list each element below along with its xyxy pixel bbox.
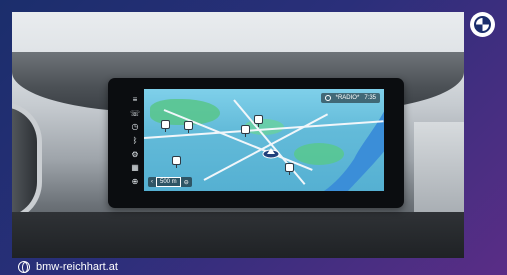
promo-frame: ≡ ☏ ◷ ᛒ ⚙ ▦ ⊕ *RADIO* 7:35 ‹ 500 m ⊖ bmw… bbox=[0, 0, 507, 275]
menu-icon[interactable]: ≡ bbox=[130, 95, 140, 105]
phone-icon[interactable]: ☏ bbox=[130, 109, 140, 119]
zoom-icon[interactable]: ⊖ bbox=[184, 179, 189, 186]
map-icon[interactable]: ▦ bbox=[130, 163, 140, 173]
car-position-icon bbox=[262, 148, 280, 159]
globe-icon bbox=[18, 260, 30, 273]
website-footer[interactable]: bmw-reichhart.at bbox=[0, 258, 507, 275]
clock-time: 7:35 bbox=[364, 95, 376, 101]
bmw-roundel-icon bbox=[474, 16, 491, 33]
status-bar: *RADIO* 7:35 bbox=[320, 93, 380, 103]
chevron-left-icon[interactable]: ‹ bbox=[151, 179, 153, 185]
clock-icon[interactable]: ◷ bbox=[130, 122, 140, 132]
settings-icon[interactable]: ⚙ bbox=[130, 150, 140, 160]
audio-source-icon bbox=[324, 95, 331, 101]
steering-wheel-edge bbox=[12, 102, 42, 222]
map-poi-icon[interactable] bbox=[254, 115, 263, 127]
navigation-map[interactable]: *RADIO* 7:35 ‹ 500 m ⊖ bbox=[144, 89, 384, 191]
website-url[interactable]: bmw-reichhart.at bbox=[36, 261, 118, 273]
scale-label: 500 m bbox=[156, 177, 181, 187]
map-poi-icon[interactable] bbox=[285, 163, 294, 175]
radio-label: *RADIO* bbox=[335, 95, 360, 101]
display-sidebar: ≡ ☏ ◷ ᛒ ⚙ ▦ ⊕ bbox=[127, 95, 143, 187]
map-poi-icon[interactable] bbox=[241, 125, 250, 137]
map-scale-control[interactable]: ‹ 500 m ⊖ bbox=[148, 177, 192, 187]
bluetooth-icon[interactable]: ᛒ bbox=[130, 136, 140, 146]
navigation-icon[interactable]: ⊕ bbox=[130, 177, 140, 187]
dashboard-bottom bbox=[12, 212, 464, 258]
map-poi-icon[interactable] bbox=[184, 121, 193, 133]
map-poi-icon[interactable] bbox=[161, 120, 170, 132]
map-poi-icon[interactable] bbox=[172, 156, 181, 168]
river bbox=[324, 111, 384, 191]
bmw-logo bbox=[470, 12, 495, 37]
